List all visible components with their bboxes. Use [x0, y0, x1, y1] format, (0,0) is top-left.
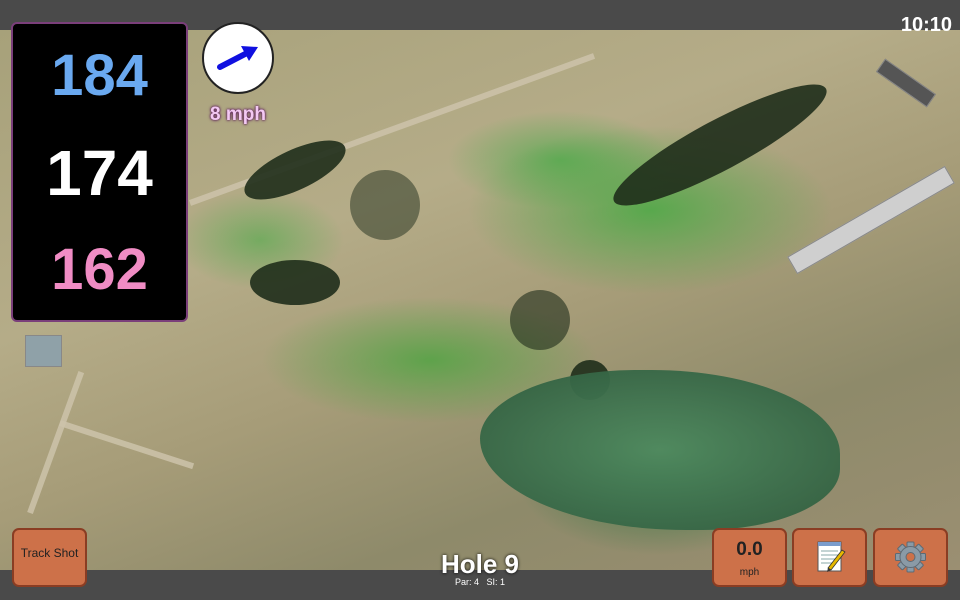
- middle-yardage: 174: [46, 137, 153, 209]
- speed-value: 0.0: [736, 539, 763, 560]
- front-yardage: 162: [51, 237, 148, 302]
- tree: [510, 290, 570, 350]
- track-shot-button[interactable]: Track Shot: [12, 528, 87, 587]
- back-yardage: 184: [51, 43, 148, 108]
- settings-button[interactable]: [873, 528, 948, 587]
- arrow-icon: [217, 46, 258, 70]
- wind-indicator[interactable]: [202, 22, 274, 94]
- clock: 10:10: [900, 14, 952, 36]
- building: [25, 335, 62, 367]
- wind-speed: 8 mph: [210, 104, 266, 125]
- gear-icon: [895, 541, 926, 573]
- par-label: Par: 4: [454, 577, 479, 587]
- tree-line: [236, 128, 354, 212]
- tree: [350, 170, 420, 240]
- hole-title: Hole 9: [440, 549, 520, 579]
- speed-button[interactable]: 0.0 mph: [712, 528, 787, 587]
- tree-cluster: [250, 260, 340, 305]
- stroke-index-label: SI: 1: [486, 577, 506, 587]
- cart-path: [27, 371, 85, 515]
- building: [876, 58, 936, 108]
- track-shot-label: Track Shot: [20, 546, 79, 560]
- speed-unit: mph: [739, 567, 760, 578]
- building: [787, 165, 955, 275]
- notepad-icon: [817, 541, 846, 572]
- hole-info: Par: 4 SI: 1: [380, 577, 580, 587]
- tree-line: [602, 66, 838, 224]
- notes-button[interactable]: [792, 528, 867, 587]
- yardage-panel: 184 174 162: [11, 22, 188, 322]
- cart-path: [59, 420, 195, 470]
- pond: [480, 370, 840, 530]
